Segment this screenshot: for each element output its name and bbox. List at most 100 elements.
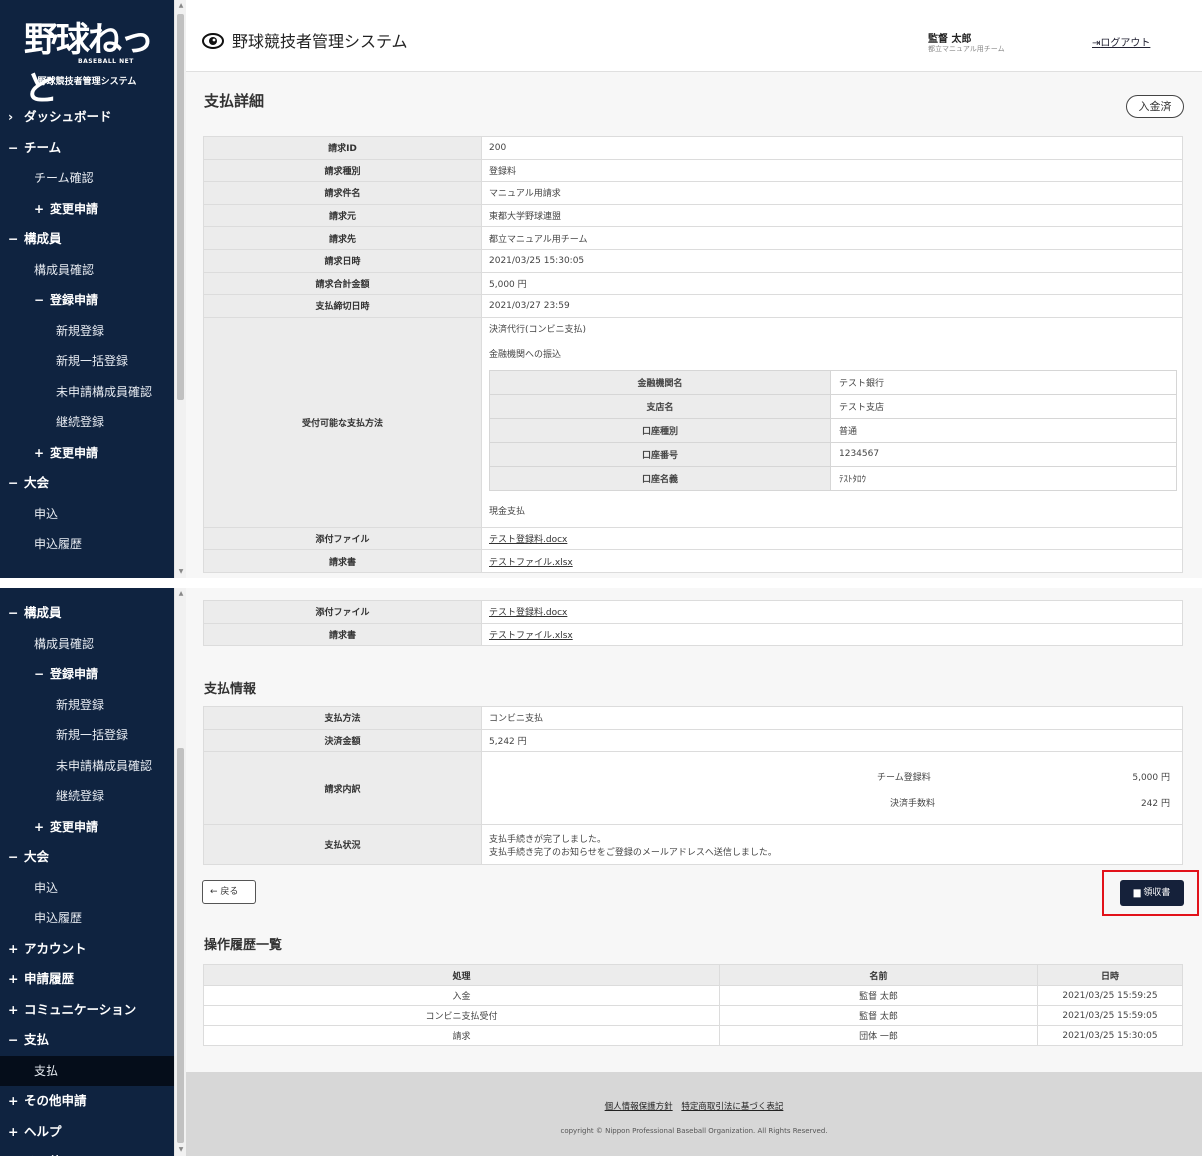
methods-cell: 決済代行(コンビニ支払) 金融機関への振込 金融機関名 テスト銀行 支店名 テスト支店… (481, 316, 1183, 528)
column-header: 名前 (719, 964, 1038, 986)
table-row: コンビニ支払受付 監督 太郎 2021/03/25 15:59:05 (203, 1005, 1183, 1026)
sidebar-item[interactable]: + ヘルプ (0, 1117, 174, 1148)
receipt-button[interactable]: ▆ 領収書 (1120, 880, 1184, 906)
sidebar-item[interactable]: + 変更申請 (0, 438, 174, 469)
sidebar-item[interactable]: +その他 (0, 1147, 174, 1156)
detail-table: 請求ID 200 請求種別 登録料 請求件名 マニュアル用請求 請求元 東都大学野球連盟 請求先… (203, 136, 1183, 573)
sidebar-item[interactable]: 新規一括登録 (0, 720, 174, 751)
sidebar-item[interactable]: 申込履歴 (0, 903, 174, 934)
sidebar-item[interactable]: − 登録申請 (0, 285, 174, 316)
sidebar-item[interactable]: + 申請履歴 (0, 964, 174, 995)
sidebar-item[interactable]: チーム確認 (0, 163, 174, 194)
sidebar-item[interactable]: + 変更申請 (0, 812, 174, 843)
sidebar-item[interactable]: 未申請構成員確認 (0, 751, 174, 782)
breakdown-cell: チーム登録料 5,000 円 決済手数料 242 円 (481, 751, 1183, 826)
main-content: 野球競技者管理システム 監督 太郎 都立マニュアル用チーム ⇥ログアウト 支払詳… (186, 0, 1202, 578)
sidebar-item-label: 構成員 (24, 231, 62, 246)
breakdown-item: チーム登録料 5,000 円 (482, 762, 1170, 788)
scroll-down-icon[interactable]: ▼ (177, 568, 185, 576)
sidebar-item-label: アカウント (24, 940, 87, 956)
row-label: 請求日時 (203, 248, 482, 273)
bank-value: 普通 (830, 417, 1177, 443)
main-content: 添付ファイル テスト登録料.docx 請求書 テストファイル.xlsx 支払情報… (186, 588, 1202, 1156)
logo[interactable]: 野球ねっと BASEBALL NET (0, 0, 174, 109)
table-row: 支払締切日時 2021/03/27 23:59 (203, 294, 1183, 318)
table-row: 請求日時 2021/03/25 15:30:05 (203, 248, 1183, 273)
sidebar-item-label: 支払 (34, 1063, 59, 1078)
sidebar-item-label: チーム確認 (34, 171, 94, 185)
scroll-up-icon[interactable]: ▲ (177, 590, 185, 598)
table-cell: 監督 太郎 (719, 985, 1038, 1006)
back-button[interactable]: ← 戻る (202, 880, 256, 904)
sidebar-item[interactable]: 構成員確認 (0, 255, 174, 286)
sidebar-item[interactable]: − 大会 (0, 842, 174, 873)
privacy-link[interactable]: 個人情報保護方針 (605, 1102, 673, 1112)
sidebar-item[interactable]: − 大会 (0, 468, 174, 499)
sidebar-item[interactable]: 新規登録 (0, 316, 174, 347)
bank-label: 金融機関名 (489, 369, 831, 395)
receipt-label: 領収書 (1143, 888, 1171, 898)
bank-value: ﾃｽﾄﾀﾛｳ (830, 465, 1177, 491)
sidebar-item[interactable]: + その他申請 (0, 1086, 174, 1117)
payment-table: 支払方法 コンビニ支払 決済金額 5,242 円 請求内訳 チーム登録料 5,0… (203, 706, 1183, 866)
sidebar-item[interactable]: 申込 (0, 499, 174, 530)
logout-label: ログアウト (1100, 38, 1151, 49)
row-label: 請求先 (203, 226, 482, 250)
row-label: 添付ファイル (203, 600, 482, 624)
bank-row: 金融機関名 テスト銀行 (489, 369, 1177, 395)
status-line: 支払手続きが完了しました。 (489, 834, 607, 845)
sidebar-item[interactable]: 申込 (0, 873, 174, 904)
sidebar-item[interactable]: − 構成員 (0, 224, 174, 255)
table-row: 受付可能な支払方法 決済代行(コンビニ支払) 金融機関への振込 金融機関名 テスト… (203, 316, 1183, 528)
app-title-text: 野球競技者管理システム (232, 32, 408, 51)
scroll-down-icon[interactable]: ▼ (177, 1146, 185, 1154)
sidebar-scrollbar[interactable]: ▲ ▼ (174, 588, 186, 1156)
commerce-link[interactable]: 特定商取引法に基づく表記 (681, 1102, 783, 1112)
scrollbar-thumb[interactable] (177, 14, 184, 400)
method-convenience: 決済代行(コンビニ支払) (489, 324, 587, 335)
status-badge: 入金済 (1126, 95, 1184, 118)
row-label: 支払方法 (203, 706, 482, 730)
bank-label: 口座名義 (489, 465, 831, 491)
row-value: 5,242 円 (481, 728, 1183, 753)
sidebar-item[interactable]: 構成員確認 (0, 629, 174, 660)
sidebar-item-label: 申請履歴 (24, 971, 75, 986)
sidebar-item[interactable]: + アカウント (0, 934, 174, 965)
sidebar-item-label: ヘルプ (24, 1123, 62, 1139)
sidebar-item[interactable]: + 変更申請 (0, 194, 174, 225)
table-row: 請求ID 200 (203, 136, 1183, 160)
sidebar-item[interactable]: − 支払 (0, 1025, 174, 1056)
sidebar-scrollbar[interactable]: ▲ ▼ (174, 0, 186, 578)
scrollbar-thumb[interactable] (177, 748, 184, 1143)
sidebar-item[interactable]: 継続登録 (0, 407, 174, 438)
arrow-left-icon: ← (210, 887, 221, 897)
attachment-link[interactable]: テスト登録料.docx (489, 608, 567, 618)
sidebar-item-label: 新規一括登録 (56, 728, 129, 742)
sidebar-item[interactable]: 申込履歴 (0, 529, 174, 560)
sidebar-item[interactable]: − チーム (0, 133, 174, 164)
app-header: 野球競技者管理システム 監督 太郎 都立マニュアル用チーム ⇥ログアウト (186, 0, 1202, 72)
invoice-link[interactable]: テストファイル.xlsx (489, 558, 573, 568)
bank-row: 口座種別 普通 (489, 417, 1177, 443)
sidebar-item[interactable]: − 登録申請 (0, 659, 174, 690)
status-cell: 支払手続きが完了しました。 支払手続き完了のお知らせをご登録のメールアドレスへ送… (481, 824, 1183, 866)
attachment-link[interactable]: テスト登録料.docx (489, 535, 567, 545)
sidebar-item-label: 大会 (24, 475, 50, 490)
table-row: 入金 監督 太郎 2021/03/25 15:59:25 (203, 985, 1183, 1006)
sidebar-item[interactable]: 継続登録 (0, 781, 174, 812)
sidebar-item[interactable]: 新規登録 (0, 690, 174, 721)
logout-link[interactable]: ⇥ログアウト (1092, 34, 1150, 49)
sidebar-item[interactable]: 支払 (0, 1055, 174, 1086)
row-label: 請求ID (203, 136, 482, 160)
screenshot-divider (0, 578, 1202, 588)
sidebar-item[interactable]: + コミュニケーション (0, 995, 174, 1026)
table-row: 添付ファイル テスト登録料.docx (203, 526, 1183, 551)
sidebar-item[interactable]: 新規一括登録 (0, 346, 174, 377)
table-row: 支払状況 支払手続きが完了しました。 支払手続き完了のお知らせをご登録のメールア… (203, 824, 1183, 866)
sidebar-item[interactable]: 未申請構成員確認 (0, 377, 174, 408)
scroll-up-icon[interactable]: ▲ (177, 2, 185, 10)
table-cell: 2021/03/25 15:59:25 (1037, 985, 1183, 1006)
expand-icon: + (8, 1093, 19, 1108)
invoice-link[interactable]: テストファイル.xlsx (489, 631, 573, 641)
sidebar-item[interactable]: − 構成員 (0, 598, 174, 629)
